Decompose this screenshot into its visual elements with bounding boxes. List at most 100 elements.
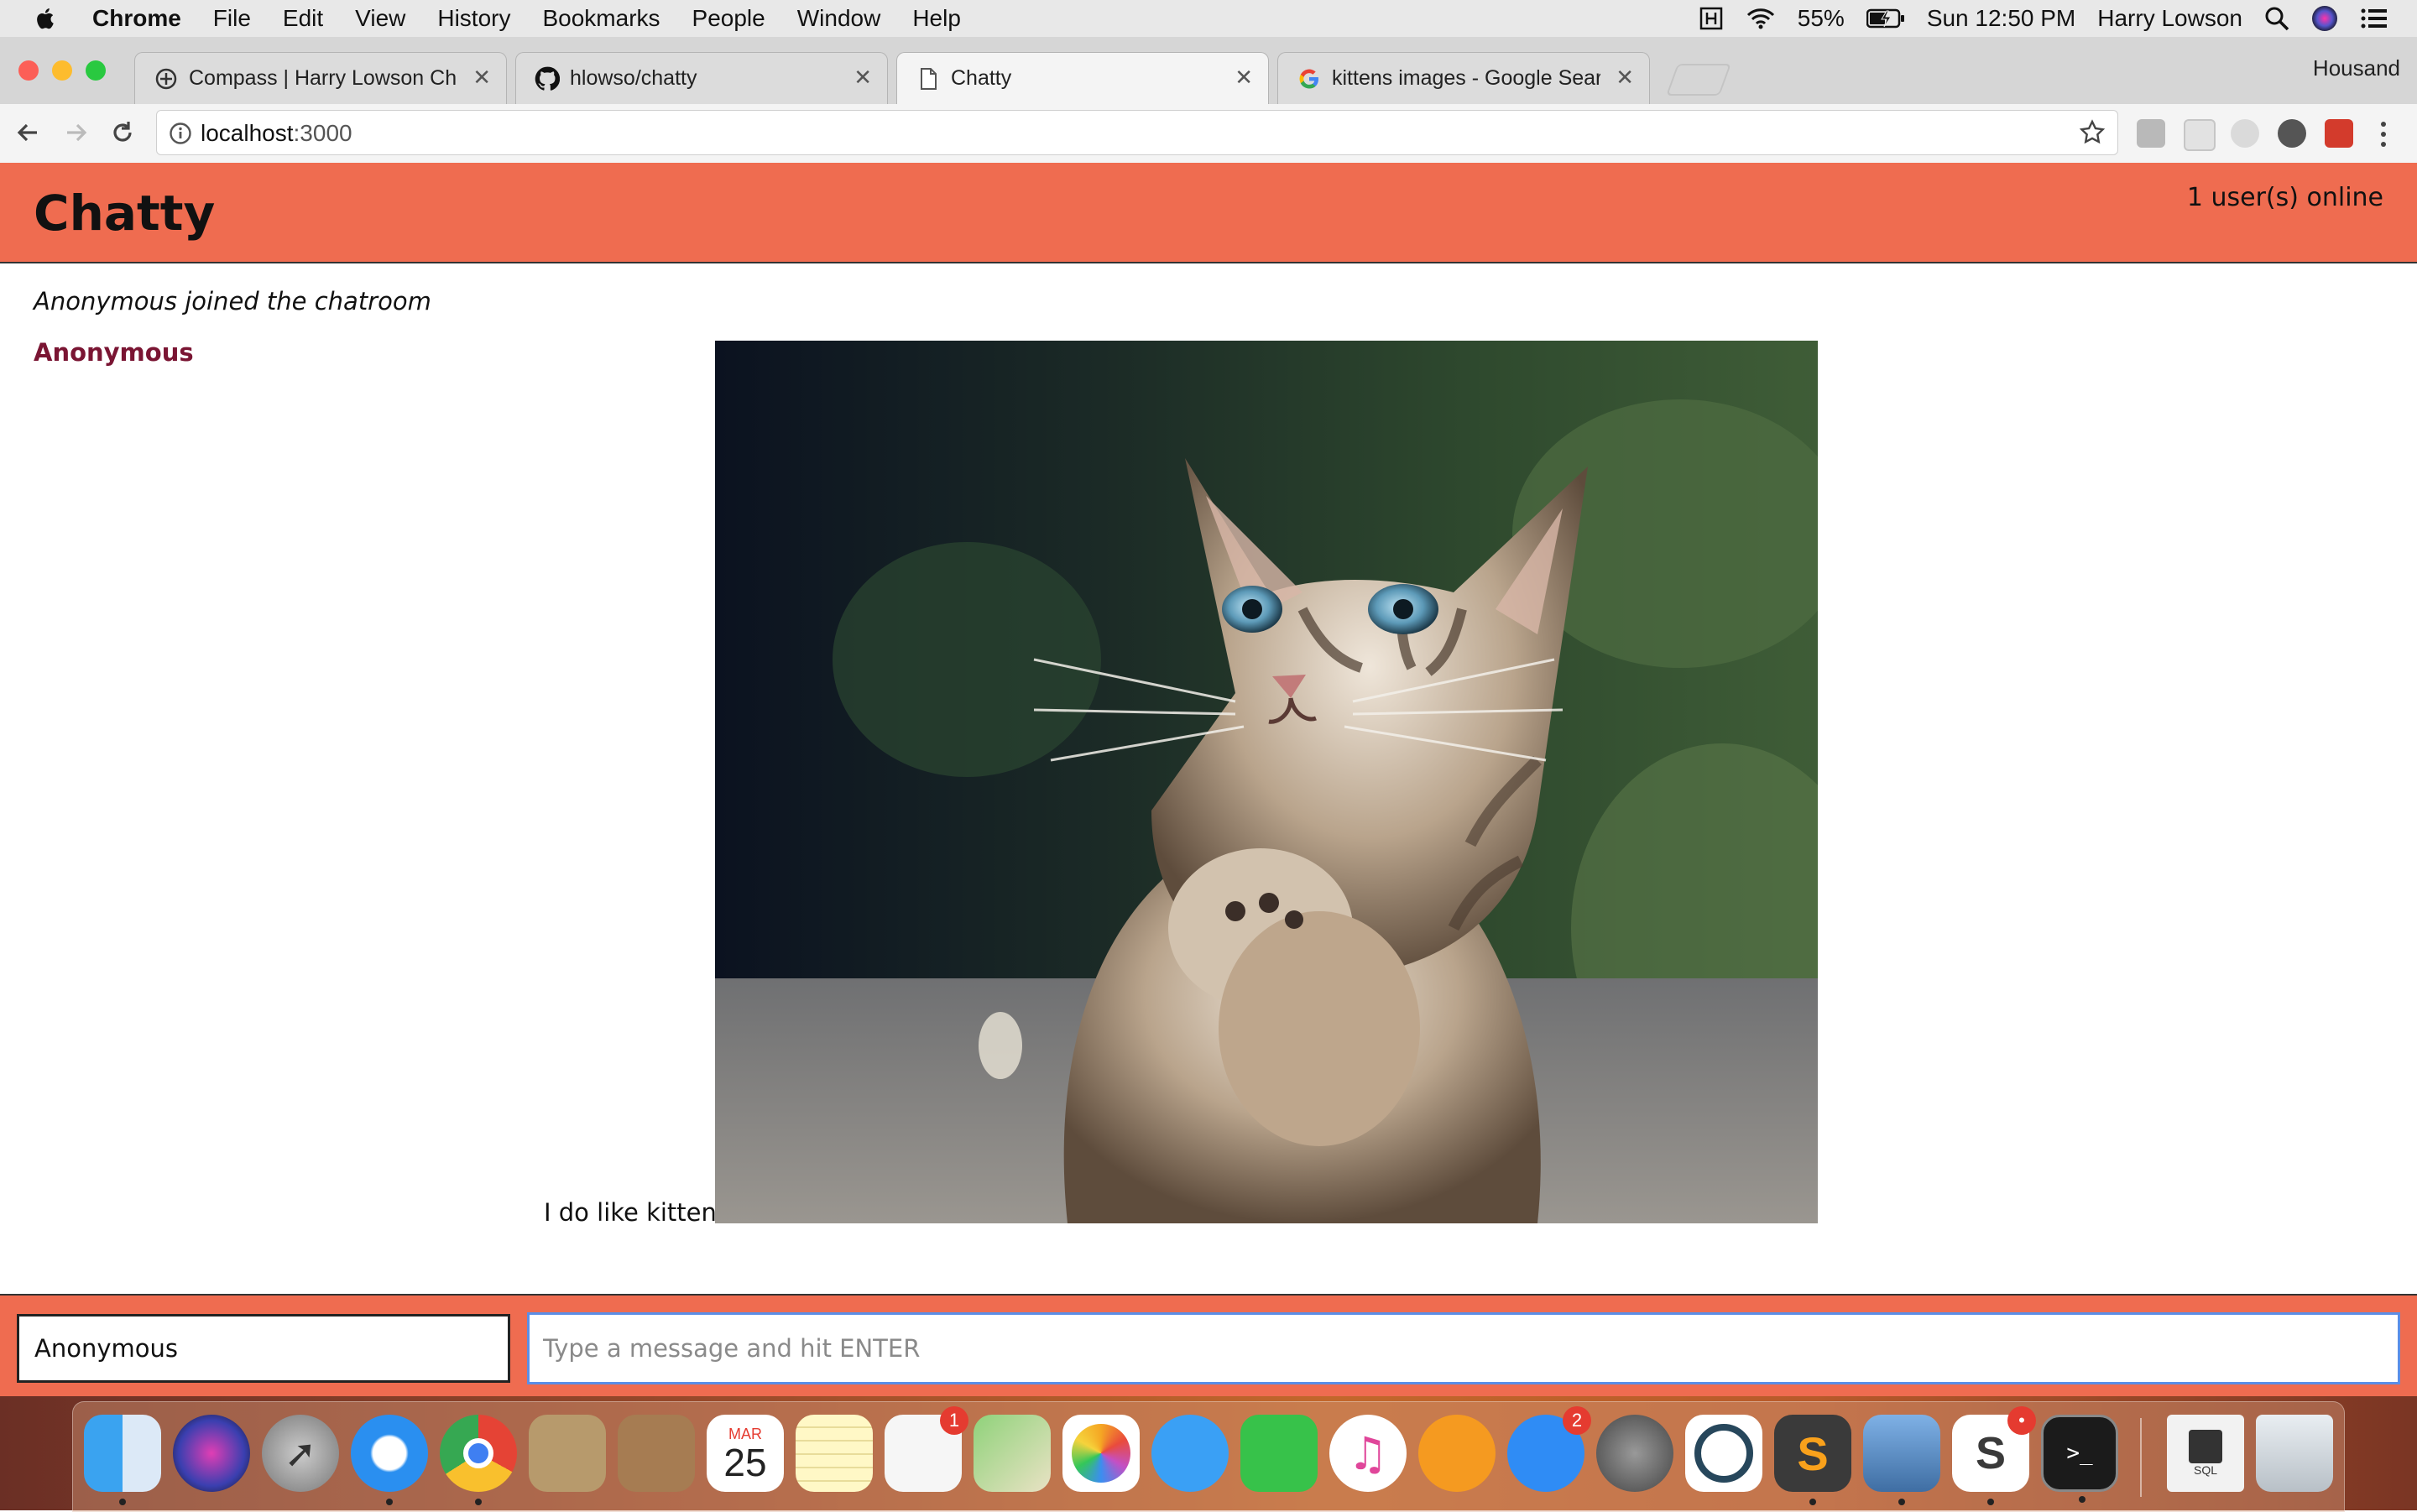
- maps-icon[interactable]: [974, 1415, 1051, 1492]
- menu-view[interactable]: View: [355, 5, 405, 32]
- extension-icon[interactable]: [2278, 119, 2306, 148]
- kitten-photo: [715, 341, 1818, 1223]
- menu-edit[interactable]: Edit: [283, 5, 323, 32]
- apple-icon[interactable]: [34, 6, 59, 31]
- menu-bookmarks[interactable]: Bookmarks: [542, 5, 660, 32]
- new-tab-button[interactable]: [1666, 64, 1731, 96]
- calendar-icon[interactable]: MAR 25: [707, 1415, 784, 1492]
- extension-icon[interactable]: [2137, 119, 2165, 148]
- mail-icon[interactable]: [529, 1415, 606, 1492]
- menu-help[interactable]: Help: [912, 5, 961, 32]
- message-input[interactable]: [527, 1312, 2400, 1384]
- browser-tab-strip: Compass | Harry Lowson Chat ✕ hlowso/cha…: [0, 37, 2417, 106]
- menu-user-name[interactable]: Harry Lowson: [2097, 5, 2242, 32]
- message-username: Anonymous: [34, 338, 194, 367]
- wifi-icon[interactable]: [1746, 7, 1776, 30]
- close-window-button[interactable]: [18, 60, 39, 81]
- sql-file-icon[interactable]: SQL: [2167, 1415, 2244, 1492]
- menu-window[interactable]: Window: [797, 5, 881, 32]
- url-port: :3000: [293, 120, 352, 146]
- photos-icon[interactable]: [1062, 1415, 1140, 1492]
- menu-people[interactable]: People: [692, 5, 765, 32]
- app-header: Chatty 1 user(s) online: [0, 163, 2417, 263]
- finder-icon[interactable]: [84, 1415, 161, 1505]
- sublime-text-icon[interactable]: S: [1774, 1415, 1851, 1505]
- url-text: localhost:3000: [201, 120, 352, 147]
- running-indicator: [1987, 1499, 1994, 1505]
- facetime-icon[interactable]: [1240, 1415, 1318, 1492]
- reload-icon[interactable]: [106, 116, 139, 149]
- tab-title: hlowso/chatty: [570, 66, 697, 90]
- calendar-day: 25: [723, 1440, 767, 1484]
- profile-name[interactable]: Housand: [2313, 55, 2400, 81]
- notification-badge: 1: [940, 1406, 968, 1435]
- tab-close-icon[interactable]: ✕: [472, 65, 491, 91]
- maximize-window-button[interactable]: [86, 60, 106, 81]
- username-input[interactable]: [17, 1314, 510, 1383]
- launchpad-icon[interactable]: ➚: [262, 1415, 339, 1492]
- forward-arrow-icon[interactable]: [59, 116, 92, 149]
- siri-menu-icon[interactable]: [2311, 5, 2338, 32]
- compass-app-icon[interactable]: [1685, 1415, 1762, 1492]
- system-preferences-icon[interactable]: [1596, 1415, 1673, 1492]
- tab-chatty[interactable]: Chatty ✕: [896, 52, 1269, 106]
- extension-icon[interactable]: [2184, 119, 2216, 151]
- page-icon: [921, 68, 937, 90]
- tab-close-icon[interactable]: ✕: [854, 65, 872, 91]
- safari-icon[interactable]: [351, 1415, 428, 1505]
- extension-icon[interactable]: [2325, 119, 2353, 148]
- reminders-icon[interactable]: 1: [885, 1406, 968, 1492]
- running-indicator: [386, 1499, 393, 1505]
- tab-title: Compass | Harry Lowson Chat: [189, 66, 457, 90]
- chrome-icon[interactable]: [440, 1415, 517, 1505]
- macos-menu-bar: Chrome File Edit View History Bookmarks …: [0, 0, 2417, 37]
- tab-github[interactable]: hlowso/chatty ✕: [515, 52, 888, 104]
- menu-history[interactable]: History: [437, 5, 510, 32]
- menu-file[interactable]: File: [213, 5, 251, 32]
- extension-icon[interactable]: [2231, 119, 2259, 148]
- tab-close-icon[interactable]: ✕: [1235, 65, 1253, 91]
- browser-toolbar: localhost:3000: [0, 104, 2417, 164]
- compass-icon: [155, 68, 177, 90]
- messages-icon[interactable]: [1151, 1415, 1229, 1492]
- dock-separator: [2140, 1418, 2142, 1497]
- notes-icon[interactable]: [796, 1415, 873, 1492]
- ibooks-icon[interactable]: [1418, 1415, 1496, 1492]
- app-title[interactable]: Chatty: [34, 185, 215, 242]
- running-indicator: [2079, 1496, 2086, 1503]
- input-source-icon[interactable]: [1699, 6, 1724, 31]
- github-icon: [535, 66, 560, 91]
- chrome-menu-icon[interactable]: [2375, 119, 2392, 149]
- bookmark-star-icon[interactable]: [2079, 119, 2106, 146]
- terminal-icon[interactable]: >_: [2041, 1415, 2118, 1503]
- tab-title: kittens images - Google Search: [1332, 66, 1600, 90]
- battery-charging-icon[interactable]: [1866, 8, 1905, 29]
- tab-compass[interactable]: Compass | Harry Lowson Chat ✕: [134, 52, 507, 104]
- info-icon[interactable]: [169, 122, 192, 145]
- itunes-icon[interactable]: ♫: [1329, 1415, 1407, 1492]
- notification-center-icon[interactable]: [2360, 7, 2388, 30]
- contacts-icon[interactable]: [618, 1415, 695, 1492]
- minimize-window-button[interactable]: [52, 60, 72, 81]
- tab-google-search[interactable]: kittens images - Google Search ✕: [1277, 52, 1650, 104]
- compose-bar: [0, 1294, 2417, 1396]
- trash-icon[interactable]: [2256, 1415, 2333, 1492]
- notification-badge: 2: [1563, 1406, 1591, 1435]
- running-indicator: [1809, 1499, 1816, 1505]
- spotlight-search-icon[interactable]: [2264, 6, 2289, 31]
- tab-close-icon[interactable]: ✕: [1616, 65, 1634, 91]
- battery-percent: 55%: [1797, 5, 1845, 31]
- desktop-background: ➚ MAR 25 1 ♫ 2 S S • >_ SQL: [0, 1396, 2417, 1512]
- url-host: localhost: [201, 120, 294, 146]
- preview-icon[interactable]: [1863, 1415, 1940, 1505]
- menu-clock[interactable]: Sun 12:50 PM: [1927, 5, 2075, 32]
- slack-icon[interactable]: S •: [1952, 1406, 2036, 1505]
- app-store-icon[interactable]: 2: [1507, 1406, 1591, 1492]
- system-notification: Anonymous joined the chatroom: [34, 287, 431, 315]
- address-bar[interactable]: localhost:3000: [156, 110, 2118, 155]
- siri-icon[interactable]: [173, 1415, 250, 1492]
- message-text: I do like kittens: [544, 1198, 729, 1227]
- menu-app-name[interactable]: Chrome: [92, 5, 181, 32]
- tab-title: Chatty: [951, 66, 1012, 90]
- back-arrow-icon[interactable]: [12, 116, 45, 149]
